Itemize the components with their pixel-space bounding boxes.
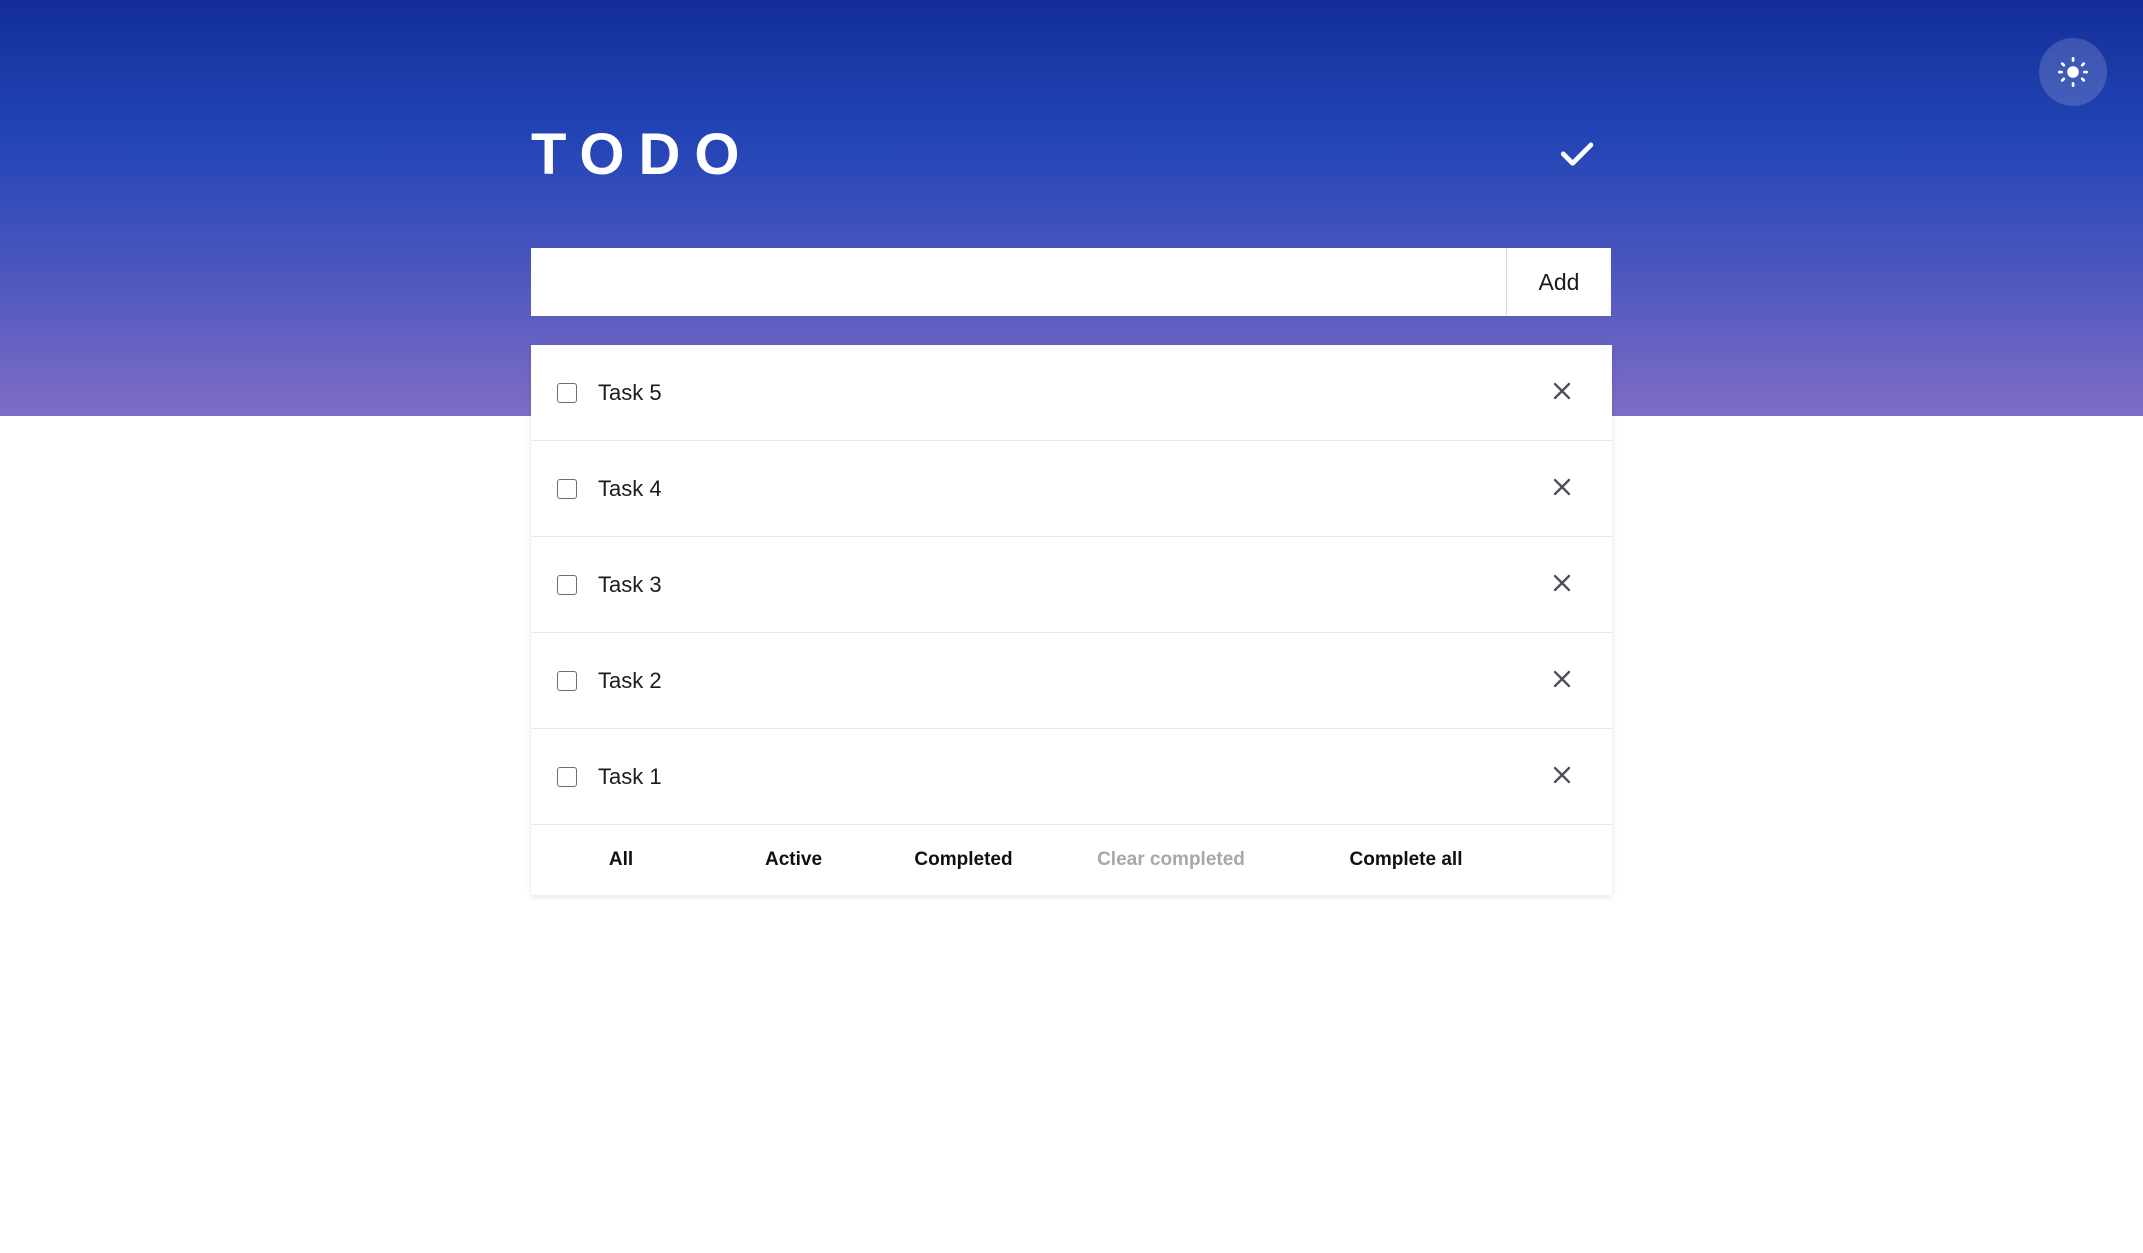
task-list-card: Task 5 Task 4 Task 3 Task 2 Task 1 All A… bbox=[531, 345, 1612, 895]
page-title: TODO bbox=[531, 122, 754, 187]
table-row: Task 5 bbox=[531, 345, 1612, 441]
close-icon bbox=[1550, 379, 1574, 406]
task-label: Task 1 bbox=[598, 763, 662, 789]
filter-active-button[interactable]: Active bbox=[711, 849, 876, 871]
close-icon bbox=[1550, 667, 1574, 694]
task-checkbox[interactable] bbox=[557, 574, 577, 595]
complete-all-button[interactable]: Complete all bbox=[1291, 849, 1521, 871]
app-header: TODO bbox=[531, 110, 1611, 200]
table-row: Task 1 bbox=[531, 729, 1612, 825]
task-label: Task 3 bbox=[598, 571, 662, 597]
delete-task-button[interactable] bbox=[1532, 651, 1592, 711]
task-label: Task 5 bbox=[598, 379, 662, 405]
add-task-row: Add bbox=[531, 248, 1611, 316]
check-icon bbox=[1555, 131, 1599, 180]
table-row: Task 2 bbox=[531, 633, 1612, 729]
delete-task-button[interactable] bbox=[1532, 363, 1592, 423]
close-icon bbox=[1550, 571, 1574, 598]
filter-all-button[interactable]: All bbox=[531, 849, 711, 871]
filter-completed-button[interactable]: Completed bbox=[876, 849, 1051, 871]
new-task-input[interactable] bbox=[531, 248, 1506, 316]
add-task-button[interactable]: Add bbox=[1506, 248, 1611, 316]
sun-icon bbox=[2056, 55, 2090, 89]
task-checkbox[interactable] bbox=[557, 478, 577, 499]
task-checkbox[interactable] bbox=[557, 766, 577, 787]
delete-task-button[interactable] bbox=[1532, 747, 1592, 807]
task-label: Task 2 bbox=[598, 667, 662, 693]
delete-task-button[interactable] bbox=[1532, 555, 1592, 615]
task-checkbox[interactable] bbox=[557, 382, 577, 403]
close-icon bbox=[1550, 475, 1574, 502]
task-checkbox[interactable] bbox=[557, 670, 577, 691]
table-row: Task 4 bbox=[531, 441, 1612, 537]
task-filter-bar: All Active Completed Clear completed Com… bbox=[531, 825, 1612, 895]
todo-app: TODO Add Task 5 Task 4 Task 3 Task 2 Tas… bbox=[0, 0, 2143, 1253]
close-icon bbox=[1550, 763, 1574, 790]
task-label: Task 4 bbox=[598, 475, 662, 501]
clear-completed-button[interactable]: Clear completed bbox=[1051, 849, 1291, 871]
delete-task-button[interactable] bbox=[1532, 459, 1592, 519]
theme-toggle-button[interactable] bbox=[2039, 38, 2107, 106]
table-row: Task 3 bbox=[531, 537, 1612, 633]
